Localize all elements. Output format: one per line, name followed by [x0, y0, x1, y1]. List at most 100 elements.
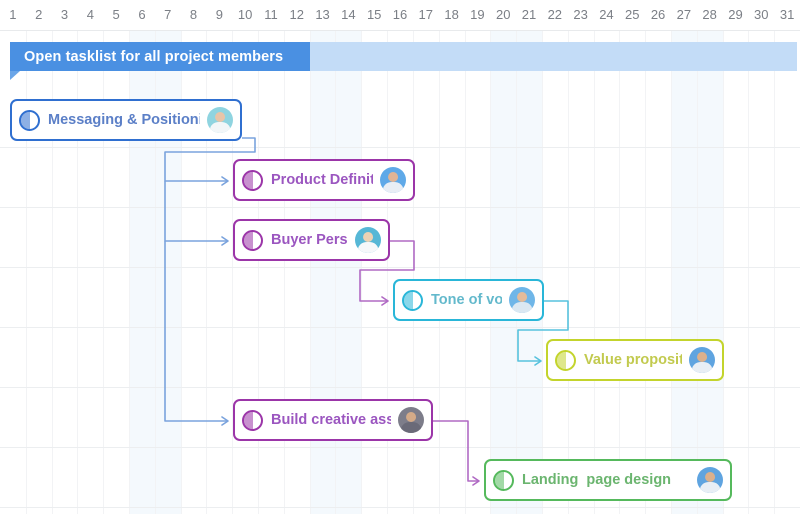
timeline-day-26: 26 [650, 7, 666, 22]
task-label: Messaging & Positioning [48, 112, 200, 128]
progress-fill [21, 111, 30, 129]
task-bar-build-creative-assets[interactable]: Build creative assets [233, 399, 433, 441]
task-label: Build creative assets [271, 412, 391, 428]
timeline-day-31: 31 [779, 7, 795, 22]
grid-row-line [0, 147, 800, 148]
timeline-day-15: 15 [366, 7, 382, 22]
avatar-head [705, 471, 715, 482]
progress-circle-icon[interactable] [242, 409, 263, 431]
timeline-day-11: 11 [264, 7, 278, 22]
avatar-body [512, 302, 532, 313]
progress-circle-icon[interactable] [493, 469, 514, 491]
timeline-day-8: 8 [189, 7, 198, 22]
avatar[interactable] [379, 166, 407, 194]
timeline-day-23: 23 [573, 7, 588, 22]
progress-circle-icon[interactable] [555, 349, 576, 371]
timeline-day-17: 17 [418, 7, 434, 22]
task-content: Tone of voice [395, 281, 542, 319]
timeline-day-14: 14 [341, 7, 356, 22]
progress-circle-icon[interactable] [242, 229, 263, 251]
progress-fill [244, 411, 253, 429]
avatar[interactable] [508, 286, 536, 314]
timeline-day-22: 22 [547, 7, 563, 22]
timeline-day-27: 27 [676, 7, 692, 22]
task-content: Messaging & Positioning [12, 101, 240, 139]
avatar-head [363, 231, 373, 242]
avatar-head [388, 171, 398, 182]
timeline-day-4: 4 [86, 7, 94, 22]
progress-circle-icon[interactable] [242, 169, 263, 191]
task-label: Tone of voice [431, 292, 502, 308]
avatar[interactable] [696, 466, 724, 494]
timeline-day-29: 29 [728, 7, 743, 22]
timeline-day-25: 25 [625, 7, 640, 22]
timeline-day-18: 18 [444, 7, 459, 22]
banner-label: Open tasklist for all project members [24, 48, 284, 65]
timeline-day-5: 5 [112, 7, 120, 22]
avatar-body [692, 362, 712, 373]
task-label: Landing page design [522, 472, 672, 488]
avatar-body [383, 182, 403, 193]
timeline-day-7: 7 [164, 7, 172, 22]
avatar-body [401, 422, 421, 433]
task-bar-product-definition[interactable]: Product Definition [233, 159, 415, 201]
task-bar-landing-page-design[interactable]: Landing page design [484, 459, 732, 501]
progress-circle-icon[interactable] [402, 289, 423, 311]
banner-tail [10, 71, 20, 80]
grid-row-line [0, 447, 800, 448]
timeline-day-10: 10 [237, 7, 253, 22]
task-content: Buyer Persona [235, 221, 388, 259]
avatar-body [700, 482, 720, 493]
progress-fill [495, 471, 504, 489]
timeline-day-30: 30 [754, 7, 769, 22]
avatar-body [210, 122, 230, 133]
avatar-body [358, 242, 378, 253]
task-label: Product Definition [271, 172, 373, 188]
task-bar-buyer-persona[interactable]: Buyer Persona [233, 219, 390, 261]
avatar[interactable] [206, 106, 234, 134]
timeline-day-13: 13 [315, 7, 330, 22]
timeline-day-16: 16 [392, 7, 408, 22]
timeline-day-3: 3 [60, 7, 69, 22]
timeline-day-24: 24 [599, 7, 614, 22]
task-bar-value-proposition[interactable]: Value proposition [546, 339, 724, 381]
progress-circle-icon[interactable] [19, 109, 40, 131]
timeline-day-1: 1 [9, 7, 17, 22]
banner-main[interactable]: Open tasklist for all project members [10, 42, 310, 71]
avatar-head [406, 411, 416, 422]
timeline-day-19: 19 [470, 7, 485, 22]
grid-row-line [0, 387, 800, 388]
avatar[interactable] [354, 226, 382, 254]
grid-row-line [0, 267, 800, 268]
avatar-head [697, 351, 707, 362]
task-content: Build creative assets [235, 401, 431, 439]
timeline-day-28: 28 [702, 7, 717, 22]
task-content: Product Definition [235, 161, 413, 199]
progress-fill [404, 291, 413, 309]
gantt-chart: 1 2 3 4 5 6 7 8 9 10 11 12 13 14 15 16 17 18 19 20 21 22 23 24 2… [0, 0, 800, 514]
task-content: Value proposition [548, 341, 722, 379]
timeline-day-9: 9 [215, 7, 223, 22]
avatar-head [517, 291, 527, 302]
progress-fill [557, 351, 566, 369]
timeline-day-2: 2 [35, 7, 43, 22]
task-label: Value proposition [584, 352, 682, 368]
grid-row-line [0, 207, 800, 208]
task-label: Buyer Persona [271, 232, 348, 248]
progress-fill [244, 171, 253, 189]
timeline-day-6: 6 [138, 7, 146, 22]
task-content: Landing page design [486, 461, 730, 499]
timeline-day-21: 21 [521, 7, 537, 22]
avatar[interactable] [397, 406, 425, 434]
timeline-header: 1 2 3 4 5 6 7 8 9 10 11 12 13 14 15 16 17 18 19 20 21 22 23 24 2… [0, 0, 800, 31]
avatar-head [215, 111, 225, 122]
task-bar-messaging-positioning[interactable]: Messaging & Positioning [10, 99, 242, 141]
progress-fill [244, 231, 253, 249]
avatar[interactable] [688, 346, 716, 374]
grid-row-line [0, 327, 800, 328]
tasklist-banner[interactable]: Open tasklist for all project members [10, 42, 800, 82]
grid-row-line [0, 507, 800, 508]
task-bar-tone-of-voice[interactable]: Tone of voice [393, 279, 544, 321]
timeline-day-12: 12 [289, 7, 304, 22]
timeline-day-20: 20 [495, 7, 511, 22]
